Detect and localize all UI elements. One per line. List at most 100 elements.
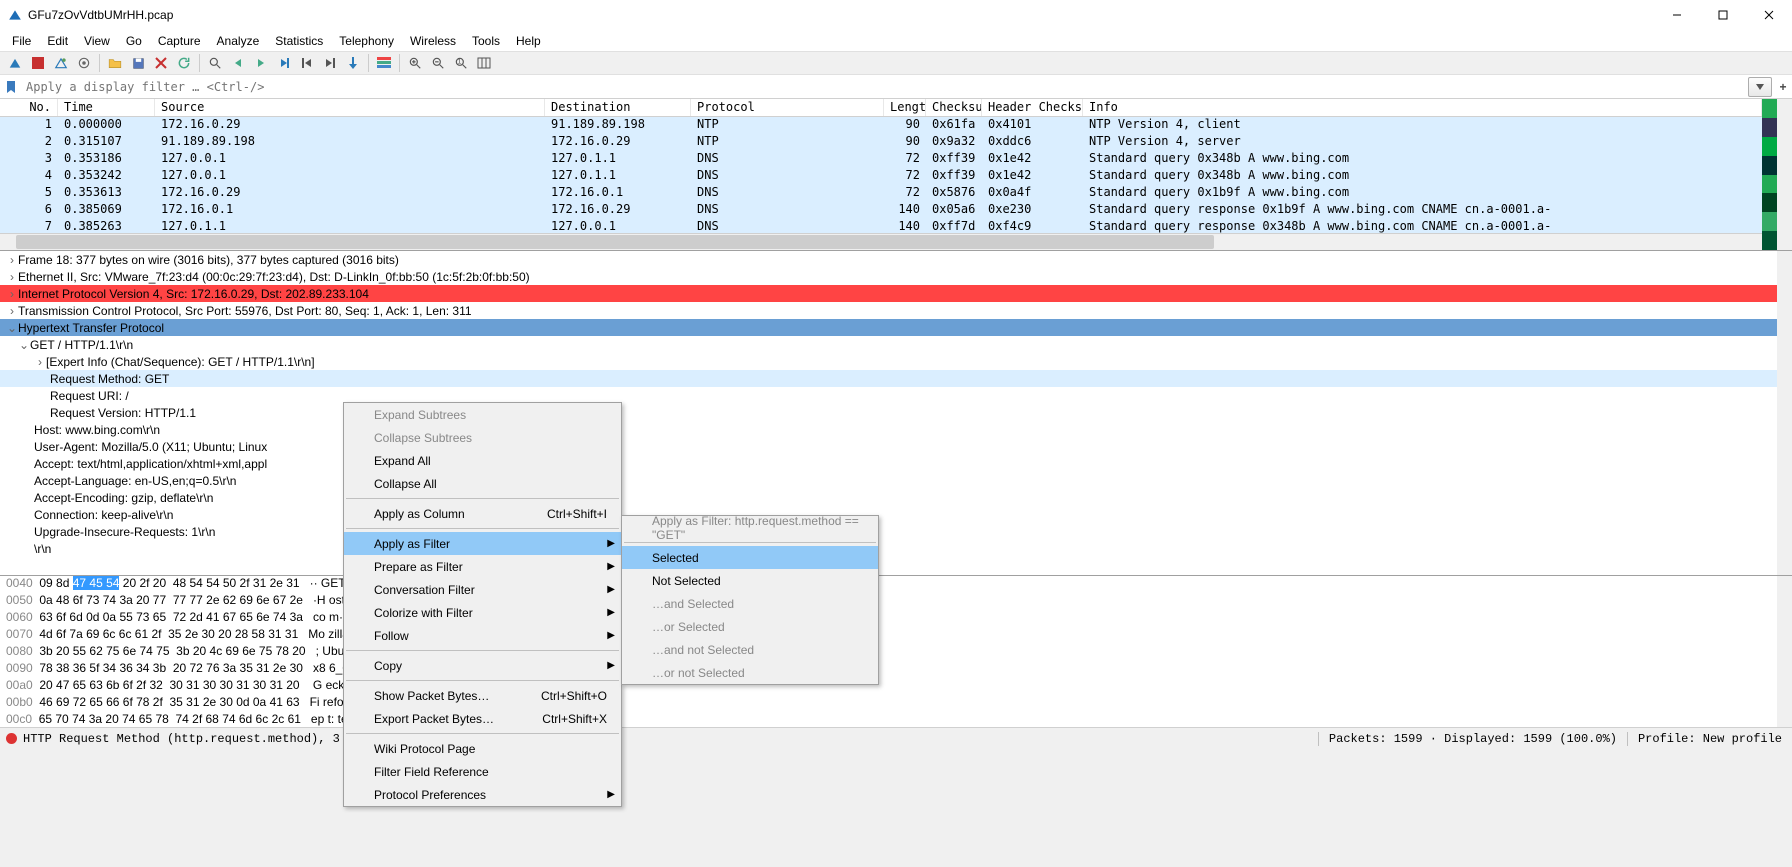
packet-list-hscroll[interactable] (0, 233, 1762, 250)
expand-icon[interactable]: › (6, 287, 18, 301)
expert-info-indicator[interactable] (6, 733, 17, 744)
ctx-apply-as-column[interactable]: Apply as ColumnCtrl+Shift+I (344, 502, 621, 525)
col-header-hchecksum[interactable]: Header Checksum (982, 99, 1083, 116)
display-filter-input[interactable] (22, 78, 1748, 96)
ctx-conversation-filter[interactable]: Conversation Filter▶ (344, 578, 621, 601)
ctx-show-packet-bytes[interactable]: Show Packet Bytes…Ctrl+Shift+O (344, 684, 621, 707)
ctx-filter-and-not-selected[interactable]: …and not Selected (622, 638, 878, 661)
ctx-colorize-with-filter[interactable]: Colorize with Filter▶ (344, 601, 621, 624)
ctx-filter-or-selected[interactable]: …or Selected (622, 615, 878, 638)
filter-expression-button[interactable] (1748, 77, 1772, 97)
go-last-button[interactable] (319, 53, 341, 73)
detail-user-agent[interactable]: User-Agent: Mozilla/5.0 (X11; Ubuntu; Li… (0, 438, 1792, 455)
packet-row[interactable]: 60.385069172.16.0.1172.16.0.29DNS1400x05… (0, 202, 1762, 219)
ctx-follow[interactable]: Follow▶ (344, 624, 621, 647)
ctx-copy[interactable]: Copy▶ (344, 654, 621, 677)
detail-request-uri[interactable]: Request URI: / (0, 387, 1792, 404)
go-first-button[interactable] (296, 53, 318, 73)
expand-icon[interactable]: › (6, 304, 18, 318)
menu-capture[interactable]: Capture (150, 32, 209, 50)
detail-http[interactable]: ⌄Hypertext Transfer Protocol (0, 319, 1792, 336)
zoom-out-button[interactable] (427, 53, 449, 73)
ctx-wiki-protocol[interactable]: Wiki Protocol Page (344, 737, 621, 760)
go-to-packet-button[interactable] (273, 53, 295, 73)
ctx-filter-not-selected[interactable]: Not Selected (622, 569, 878, 592)
ctx-expand-all[interactable]: Expand All (344, 449, 621, 472)
packet-row[interactable]: 50.353613172.16.0.29172.16.0.1DNS720x587… (0, 185, 1762, 202)
ctx-protocol-prefs[interactable]: Protocol Preferences▶ (344, 783, 621, 806)
ctx-collapse-subtrees[interactable]: Collapse Subtrees (344, 426, 621, 449)
status-profile[interactable]: Profile: New profile (1627, 732, 1792, 746)
packet-minimap[interactable] (1762, 99, 1777, 250)
go-next-button[interactable] (250, 53, 272, 73)
col-header-no[interactable]: No. (0, 99, 58, 116)
detail-upgrade[interactable]: Upgrade-Insecure-Requests: 1\r\n (0, 523, 1792, 540)
packet-list-vscroll[interactable] (1777, 99, 1792, 250)
detail-frame[interactable]: ›Frame 18: 377 bytes on wire (3016 bits)… (0, 251, 1792, 268)
hex-row[interactable]: 0080 3b 20 55 62 75 6e 74 75 3b 20 4c 69… (0, 644, 1792, 661)
col-header-checksum[interactable]: Checksum (926, 99, 982, 116)
start-capture-button[interactable] (4, 53, 26, 73)
menu-edit[interactable]: Edit (39, 32, 76, 50)
close-file-button[interactable] (150, 53, 172, 73)
add-filter-button[interactable]: + (1774, 80, 1792, 94)
zoom-in-button[interactable] (404, 53, 426, 73)
packet-row[interactable]: 30.353186127.0.0.1127.0.1.1DNS720xff390x… (0, 151, 1762, 168)
packet-list-header[interactable]: No. Time Source Destination Protocol Len… (0, 99, 1762, 117)
close-button[interactable] (1746, 0, 1792, 30)
hex-row[interactable]: 00c0 65 70 74 3a 20 74 65 78 74 2f 68 74… (0, 712, 1792, 727)
expand-icon[interactable]: › (6, 270, 18, 284)
detail-request-version[interactable]: Request Version: HTTP/1.1 (0, 404, 1792, 421)
menu-go[interactable]: Go (118, 32, 150, 50)
col-header-time[interactable]: Time (58, 99, 155, 116)
menu-telephony[interactable]: Telephony (331, 32, 402, 50)
collapse-icon[interactable]: ⌄ (6, 321, 18, 335)
ctx-filter-or-not-selected[interactable]: …or not Selected (622, 661, 878, 684)
detail-ip[interactable]: ›Internet Protocol Version 4, Src: 172.1… (0, 285, 1792, 302)
open-file-button[interactable] (104, 53, 126, 73)
reload-button[interactable] (173, 53, 195, 73)
packet-row[interactable]: 40.353242127.0.0.1127.0.1.1DNS720xff390x… (0, 168, 1762, 185)
minimize-button[interactable] (1654, 0, 1700, 30)
menu-wireless[interactable]: Wireless (402, 32, 464, 50)
hex-row[interactable]: 0060 63 6f 6d 0d 0a 55 73 65 72 2d 41 67… (0, 610, 1792, 627)
detail-host[interactable]: Host: www.bing.com\r\n (0, 421, 1792, 438)
detail-request-method[interactable]: Request Method: GET (0, 370, 1792, 387)
hex-row[interactable]: 00a0 20 47 65 63 6b 6f 2f 32 30 31 30 30… (0, 678, 1792, 695)
menu-help[interactable]: Help (508, 32, 549, 50)
save-file-button[interactable] (127, 53, 149, 73)
detail-accept[interactable]: Accept: text/html,application/xhtml+xml,… (0, 455, 1792, 472)
expand-icon[interactable]: › (34, 355, 46, 369)
col-header-source[interactable]: Source (155, 99, 545, 116)
zoom-reset-button[interactable]: 1 (450, 53, 472, 73)
restart-capture-button[interactable] (50, 53, 72, 73)
expand-icon[interactable]: › (6, 253, 18, 267)
ctx-prepare-as-filter[interactable]: Prepare as Filter▶ (344, 555, 621, 578)
packet-bytes-pane[interactable]: 0040 09 8d 47 45 54 20 2f 20 48 54 54 50… (0, 576, 1792, 727)
auto-scroll-button[interactable] (342, 53, 364, 73)
hex-row[interactable]: 0090 78 38 36 5f 34 36 34 3b 20 72 76 3a… (0, 661, 1792, 678)
menu-file[interactable]: File (4, 32, 39, 50)
details-vscroll[interactable] (1777, 251, 1792, 575)
col-header-protocol[interactable]: Protocol (691, 99, 884, 116)
maximize-button[interactable] (1700, 0, 1746, 30)
packet-row[interactable]: 10.000000172.16.0.2991.189.89.198NTP900x… (0, 117, 1762, 134)
hex-row[interactable]: 0070 4d 6f 7a 69 6c 6c 61 2f 35 2e 30 20… (0, 627, 1792, 644)
detail-crlf[interactable]: \r\n (0, 540, 1792, 557)
detail-expert[interactable]: ›[Expert Info (Chat/Sequence): GET / HTT… (0, 353, 1792, 370)
colorize-button[interactable] (373, 53, 395, 73)
ctx-collapse-all[interactable]: Collapse All (344, 472, 621, 495)
ctx-filter-field-ref[interactable]: Filter Field Reference (344, 760, 621, 783)
detail-accept-enc[interactable]: Accept-Encoding: gzip, deflate\r\n (0, 489, 1792, 506)
find-packet-button[interactable] (204, 53, 226, 73)
ctx-expand-subtrees[interactable]: Expand Subtrees (344, 403, 621, 426)
detail-tcp[interactable]: ›Transmission Control Protocol, Src Port… (0, 302, 1792, 319)
detail-ethernet[interactable]: ›Ethernet II, Src: VMware_7f:23:d4 (00:0… (0, 268, 1792, 285)
capture-options-button[interactable] (73, 53, 95, 73)
menu-analyze[interactable]: Analyze (209, 32, 268, 50)
detail-connection[interactable]: Connection: keep-alive\r\n (0, 506, 1792, 523)
ctx-filter-selected[interactable]: Selected (622, 546, 878, 569)
ctx-apply-as-filter[interactable]: Apply as Filter▶ (344, 532, 621, 555)
detail-accept-lang[interactable]: Accept-Language: en-US,en;q=0.5\r\n (0, 472, 1792, 489)
collapse-icon[interactable]: ⌄ (18, 338, 30, 352)
